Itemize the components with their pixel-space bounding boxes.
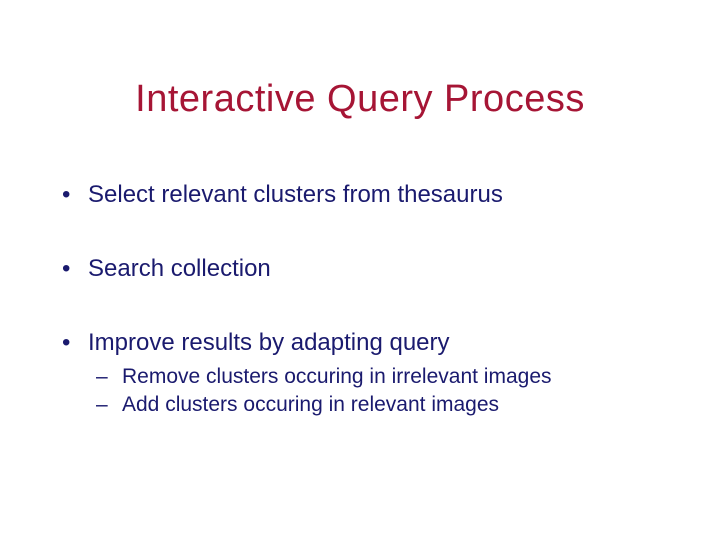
- sub-bullet-list: Remove clusters occuring in irrelevant i…: [88, 364, 680, 419]
- slide: Interactive Query Process Select relevan…: [0, 0, 720, 540]
- sub-bullet-item: Add clusters occuring in relevant images: [88, 392, 680, 418]
- bullet-text: Improve results by adapting query: [88, 329, 450, 356]
- slide-body: Select relevant clusters from thesaurus …: [58, 180, 680, 419]
- sub-bullet-text: Remove clusters occuring in irrelevant i…: [122, 365, 552, 388]
- bullet-text: Select relevant clusters from thesaurus: [88, 181, 503, 208]
- sub-bullet-text: Add clusters occuring in relevant images: [122, 393, 499, 416]
- slide-title: Interactive Query Process: [0, 78, 720, 121]
- bullet-list: Select relevant clusters from thesaurus …: [58, 180, 680, 419]
- sub-bullet-item: Remove clusters occuring in irrelevant i…: [88, 364, 680, 390]
- bullet-item: Select relevant clusters from thesaurus: [58, 180, 680, 210]
- bullet-text: Search collection: [88, 255, 271, 282]
- bullet-item: Search collection: [58, 254, 680, 284]
- bullet-item: Improve results by adapting query Remove…: [58, 328, 680, 419]
